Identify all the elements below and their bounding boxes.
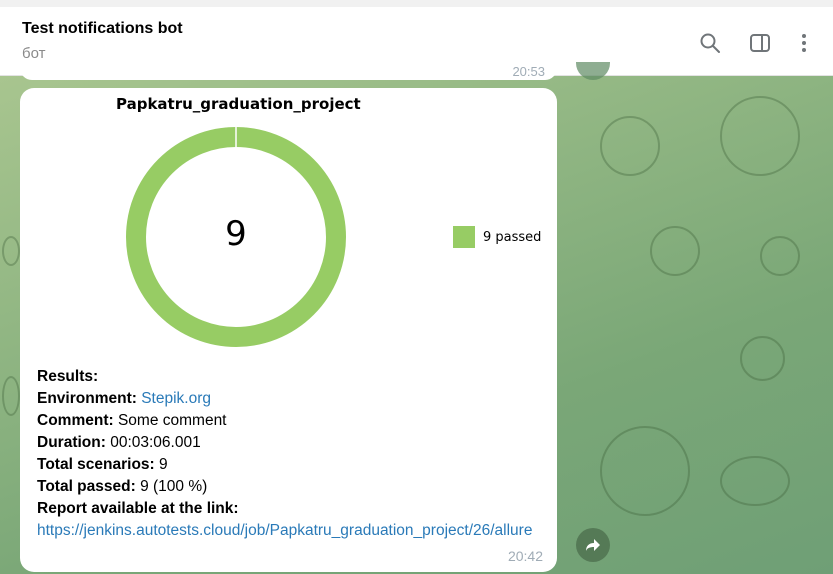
previous-message-bubble: 20:53	[20, 62, 557, 80]
more-vertical-icon[interactable]	[792, 31, 816, 55]
forward-button[interactable]	[576, 528, 610, 562]
total-scenarios-label: Total scenarios:	[37, 456, 155, 473]
donut-chart	[126, 127, 346, 347]
forward-arrow-icon	[586, 539, 600, 551]
report-link[interactable]: https://jenkins.autotests.cloud/job/Papk…	[37, 522, 532, 539]
message-time: 20:42	[507, 548, 543, 564]
search-icon[interactable]	[698, 31, 722, 55]
report-label: Report available at the link:	[37, 500, 239, 517]
duration-label: Duration:	[37, 434, 106, 451]
total-passed-value: 9 (100 %)	[140, 478, 208, 495]
environment-link[interactable]: Stepik.org	[141, 390, 211, 407]
message-bubble: Papkatru_graduation_project 9 9 passed R…	[20, 88, 557, 572]
total-scenarios-value: 9	[159, 456, 168, 473]
donut-center-value: 9	[225, 214, 247, 254]
environment-label: Environment:	[37, 390, 137, 407]
duration-value: 00:03:06.001	[110, 434, 201, 451]
legend-swatch-passed	[453, 226, 475, 248]
total-passed-label: Total passed:	[37, 478, 136, 495]
previous-message-time: 20:53	[512, 64, 545, 79]
results-text: Results: Environment: Stepik.org Comment…	[37, 366, 552, 542]
sidebar-toggle-icon[interactable]	[748, 31, 772, 55]
chat-subtitle: бот	[22, 45, 46, 62]
legend-label-passed: 9 passed	[483, 230, 542, 245]
comment-value: Some comment	[117, 412, 227, 429]
results-heading: Results:	[37, 368, 99, 385]
chat-title[interactable]: Test notifications bot	[22, 20, 183, 38]
comment-label: Comment:	[37, 412, 114, 429]
report-chart[interactable]: Papkatru_graduation_project 9 9 passed	[20, 88, 557, 358]
